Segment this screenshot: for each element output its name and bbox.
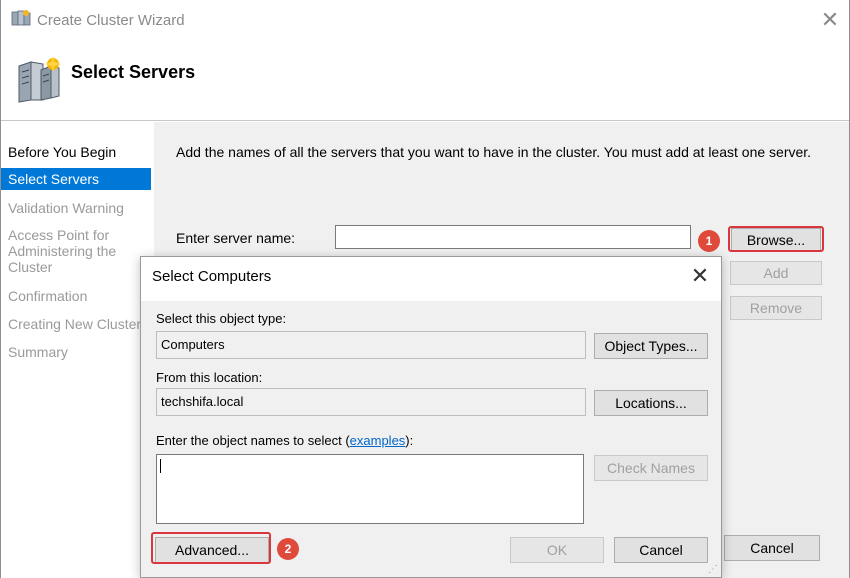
step-before-you-begin[interactable]: Before You Begin: [1, 144, 151, 160]
step-badge-2: 2: [277, 538, 299, 560]
locations-button[interactable]: Locations...: [594, 390, 708, 416]
step-summary[interactable]: Summary: [1, 344, 151, 360]
title-bar: Create Cluster Wizard ✕: [1, 0, 849, 40]
dialog-cancel-button[interactable]: Cancel: [614, 537, 708, 563]
resize-grip-icon[interactable]: ⋰: [708, 564, 718, 575]
remove-button[interactable]: Remove: [730, 296, 822, 320]
location-label: From this location:: [156, 370, 263, 385]
object-names-label-prefix: Enter the object names to select (: [156, 433, 350, 448]
select-computers-dialog: Select Computers ✕ Select this object ty…: [140, 256, 722, 578]
object-names-input[interactable]: [156, 454, 584, 524]
advanced-highlight: [151, 532, 271, 564]
object-names-label-suffix: ):: [405, 433, 414, 448]
object-type-label: Select this object type:: [156, 311, 287, 326]
object-type-field: Computers: [156, 331, 586, 359]
dialog-title: Select Computers: [152, 268, 272, 285]
wizard-header: Select Servers: [1, 40, 849, 122]
examples-link[interactable]: examples: [350, 433, 406, 448]
wizard-steps-sidebar: Before You Begin Select Servers Validati…: [1, 122, 154, 578]
browse-highlight: [728, 226, 824, 252]
page-title: Select Servers: [71, 62, 196, 82]
object-types-button[interactable]: Object Types...: [594, 333, 708, 359]
cluster-wizard-icon: [11, 10, 31, 26]
dialog-close-icon[interactable]: ✕: [686, 263, 714, 289]
window-title: Create Cluster Wizard: [37, 12, 185, 29]
wizard-cancel-button[interactable]: Cancel: [724, 535, 820, 561]
location-field: techshifa.local: [156, 388, 586, 416]
header-divider: [1, 120, 849, 121]
server-name-label: Enter server name:: [176, 230, 296, 246]
server-name-input[interactable]: [335, 225, 691, 249]
step-confirmation[interactable]: Confirmation: [1, 288, 151, 304]
add-button[interactable]: Add: [730, 261, 822, 285]
ok-button[interactable]: OK: [510, 537, 604, 563]
close-icon[interactable]: ✕: [815, 6, 845, 34]
step-badge-1: 1: [698, 230, 720, 252]
create-cluster-wizard-window: Create Cluster Wizard ✕ Select Servers B…: [0, 0, 850, 578]
step-validation-warning[interactable]: Validation Warning: [1, 200, 151, 216]
check-names-button[interactable]: Check Names: [594, 455, 708, 481]
instructions-text: Add the names of all the servers that yo…: [176, 144, 812, 160]
step-select-servers[interactable]: Select Servers: [1, 168, 151, 190]
object-names-label: Enter the object names to select (exampl…: [156, 433, 413, 448]
step-access-point[interactable]: Access Point for Administering the Clust…: [1, 227, 121, 275]
text-caret: [160, 459, 161, 473]
servers-icon: [18, 56, 61, 103]
step-creating-new-cluster[interactable]: Creating New Cluster: [1, 316, 151, 332]
